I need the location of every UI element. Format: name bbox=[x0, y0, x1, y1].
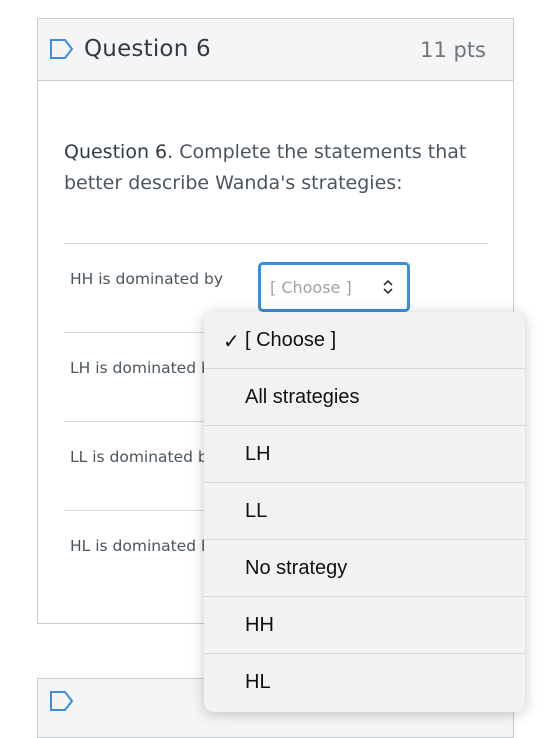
option-hl[interactable]: HL bbox=[204, 654, 525, 711]
option-all-strategies[interactable]: All strategies bbox=[204, 369, 525, 426]
option-label: HL bbox=[245, 671, 271, 693]
select-dropdown-menu: ✓ [ Choose ] All strategies LH LL No str… bbox=[204, 312, 525, 712]
question-text: Question 6. Complete the statements that… bbox=[64, 137, 484, 199]
option-label: HH bbox=[245, 614, 274, 636]
option-choose[interactable]: ✓ [ Choose ] bbox=[204, 312, 525, 369]
option-label: LH bbox=[245, 443, 271, 465]
option-label: All strategies bbox=[245, 386, 360, 408]
option-lh[interactable]: LH bbox=[204, 426, 525, 483]
option-label: [ Choose ] bbox=[245, 329, 337, 351]
statement-label: HL is dominated b bbox=[70, 537, 211, 555]
flag-icon[interactable] bbox=[49, 37, 75, 61]
statement-label: HH is dominated by bbox=[70, 270, 223, 288]
option-ll[interactable]: LL bbox=[204, 483, 525, 540]
option-label: No strategy bbox=[245, 557, 348, 579]
statement-label: LL is dominated b bbox=[70, 448, 208, 466]
question-header: Question 6 11 pts bbox=[38, 19, 513, 81]
select-arrows-icon bbox=[383, 279, 393, 295]
option-label: LL bbox=[245, 500, 268, 522]
option-hh[interactable]: HH bbox=[204, 597, 525, 654]
checkmark-icon: ✓ bbox=[223, 329, 240, 353]
answer-select[interactable]: [ Choose ] bbox=[258, 262, 410, 312]
option-no-strategy[interactable]: No strategy bbox=[204, 540, 525, 597]
statement-label: LH is dominated b bbox=[70, 359, 211, 377]
question-title: Question 6 bbox=[84, 36, 211, 62]
question-points: 11 pts bbox=[420, 38, 486, 62]
select-value: [ Choose ] bbox=[270, 278, 352, 297]
question-text-lead: Question 6. bbox=[64, 141, 174, 163]
flag-icon[interactable] bbox=[49, 689, 75, 713]
